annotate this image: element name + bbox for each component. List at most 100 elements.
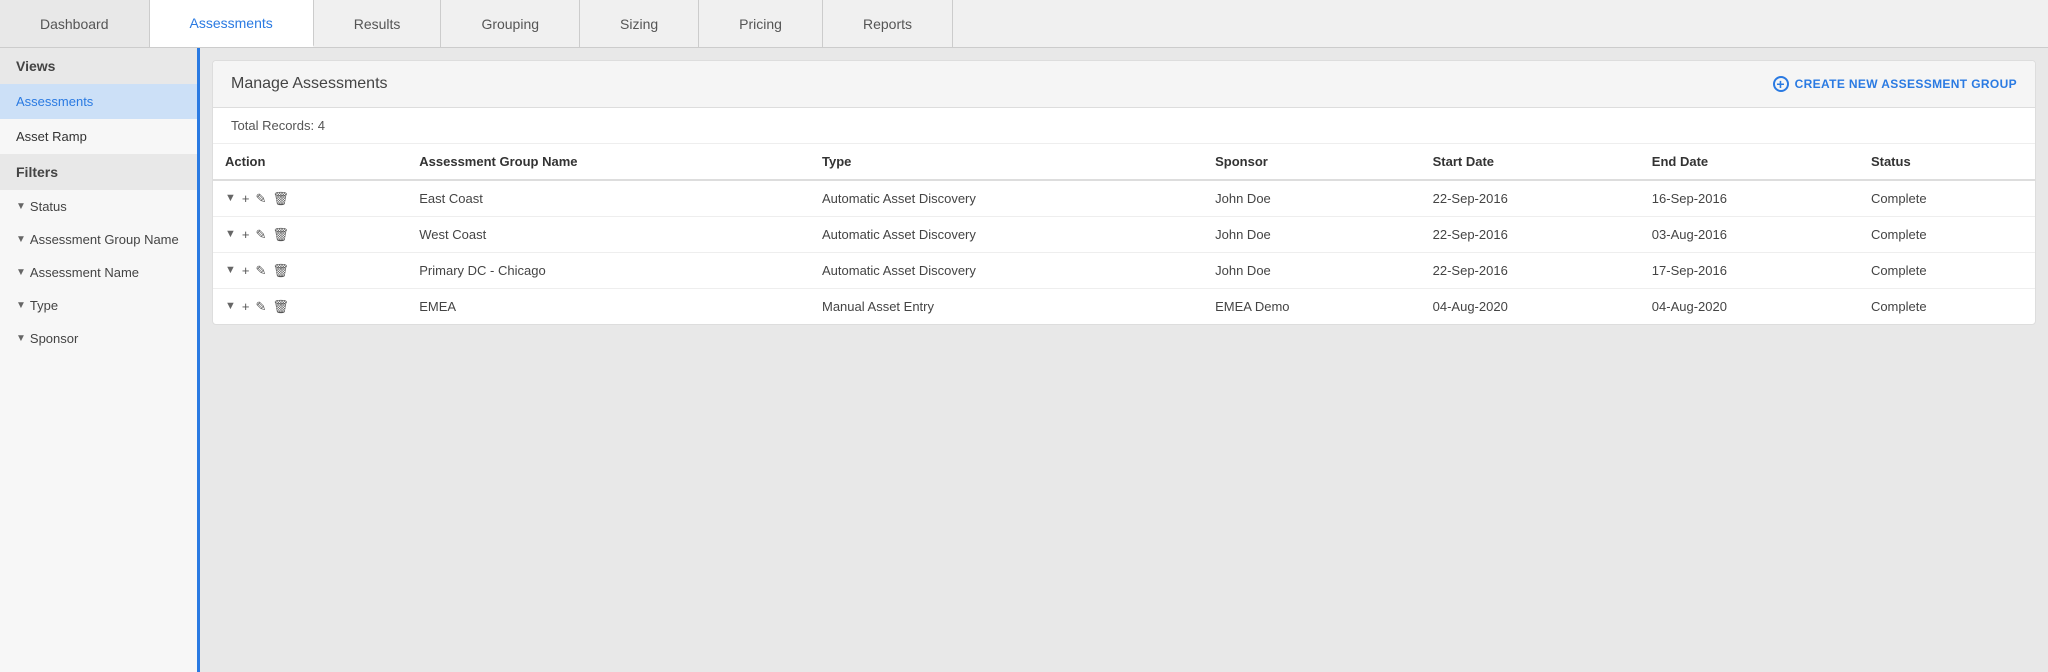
cell-sponsor-0: John Doe [1203, 180, 1421, 217]
col-header-name: Assessment Group Name [407, 144, 810, 180]
cell-type-1: Automatic Asset Discovery [810, 217, 1203, 253]
cell-sponsor-3: EMEA Demo [1203, 289, 1421, 325]
filter-item-sponsor[interactable]: ▼ Sponsor [0, 322, 197, 355]
filter-item-status[interactable]: ▼ Status [0, 190, 197, 223]
row-add-1[interactable]: + [242, 228, 250, 241]
manage-header: Manage Assessments + CREATE NEW ASSESSME… [213, 61, 2035, 108]
action-icons-2: ▼ + ✎ 🗑 [225, 264, 395, 277]
sidebar-item-asset-ramp[interactable]: Asset Ramp [0, 119, 197, 154]
col-header-type: Type [810, 144, 1203, 180]
cell-endDate-1: 03-Aug-2016 [1640, 217, 1859, 253]
cell-status-1: Complete [1859, 217, 2035, 253]
row-add-0[interactable]: + [242, 192, 250, 205]
action-cell-3: ▼ + ✎ 🗑 [213, 289, 407, 325]
filter-item-assessment-name[interactable]: ▼ Assessment Name [0, 256, 197, 289]
tab-pricing[interactable]: Pricing [699, 0, 823, 47]
row-delete-1[interactable]: 🗑 [272, 228, 289, 241]
table-row: ▼ + ✎ 🗑 EMEAManual Asset EntryEMEA Demo0… [213, 289, 2035, 325]
cell-startDate-1: 22-Sep-2016 [1421, 217, 1640, 253]
row-chevron-2[interactable]: ▼ [225, 265, 236, 276]
action-icons-3: ▼ + ✎ 🗑 [225, 300, 395, 313]
table-body: ▼ + ✎ 🗑 East CoastAutomatic Asset Discov… [213, 180, 2035, 324]
action-cell-0: ▼ + ✎ 🗑 [213, 180, 407, 217]
row-edit-3[interactable]: ✎ [255, 300, 266, 313]
cell-endDate-3: 04-Aug-2020 [1640, 289, 1859, 325]
col-header-status: Status [1859, 144, 2035, 180]
col-header-endDate: End Date [1640, 144, 1859, 180]
filter-item-assessment-group-name[interactable]: ▼ Assessment Group Name [0, 223, 197, 256]
sidebar: Views AssessmentsAsset Ramp Filters ▼ St… [0, 48, 200, 672]
filter-chevron-assessment-name: ▼ [16, 267, 26, 278]
cell-type-0: Automatic Asset Discovery [810, 180, 1203, 217]
cell-startDate-3: 04-Aug-2020 [1421, 289, 1640, 325]
row-add-2[interactable]: + [242, 264, 250, 277]
tab-sizing[interactable]: Sizing [580, 0, 699, 47]
filter-item-type[interactable]: ▼ Type [0, 289, 197, 322]
row-edit-1[interactable]: ✎ [255, 228, 266, 241]
tab-assessments[interactable]: Assessments [150, 0, 314, 47]
filter-chevron-status: ▼ [16, 201, 26, 212]
row-edit-2[interactable]: ✎ [255, 264, 266, 277]
action-cell-2: ▼ + ✎ 🗑 [213, 253, 407, 289]
action-icons-1: ▼ + ✎ 🗑 [225, 228, 395, 241]
cell-status-3: Complete [1859, 289, 2035, 325]
tab-reports[interactable]: Reports [823, 0, 953, 47]
main-layout: Views AssessmentsAsset Ramp Filters ▼ St… [0, 48, 2048, 672]
views-section-title: Views [0, 48, 197, 84]
filters-section-title: Filters [0, 154, 197, 190]
tab-results[interactable]: Results [314, 0, 442, 47]
create-assessment-group-button[interactable]: + CREATE NEW ASSESSMENT GROUP [1773, 76, 2017, 92]
cell-sponsor-2: John Doe [1203, 253, 1421, 289]
row-delete-3[interactable]: 🗑 [272, 300, 289, 313]
cell-sponsor-1: John Doe [1203, 217, 1421, 253]
cell-status-0: Complete [1859, 180, 2035, 217]
filter-chevron-sponsor: ▼ [16, 333, 26, 344]
cell-name-1: West Coast [407, 217, 810, 253]
filter-label-assessment-name: Assessment Name [30, 265, 139, 280]
cell-name-0: East Coast [407, 180, 810, 217]
total-records: Total Records: 4 [213, 108, 2035, 144]
table-row: ▼ + ✎ 🗑 West CoastAutomatic Asset Discov… [213, 217, 2035, 253]
top-navigation: DashboardAssessmentsResultsGroupingSizin… [0, 0, 2048, 48]
cell-startDate-0: 22-Sep-2016 [1421, 180, 1640, 217]
cell-endDate-2: 17-Sep-2016 [1640, 253, 1859, 289]
action-cell-1: ▼ + ✎ 🗑 [213, 217, 407, 253]
assessment-table: ActionAssessment Group NameTypeSponsorSt… [213, 144, 2035, 324]
content-area: Manage Assessments + CREATE NEW ASSESSME… [200, 48, 2048, 672]
cell-name-2: Primary DC - Chicago [407, 253, 810, 289]
cell-type-3: Manual Asset Entry [810, 289, 1203, 325]
filter-label-sponsor: Sponsor [30, 331, 78, 346]
action-icons-0: ▼ + ✎ 🗑 [225, 192, 395, 205]
filter-label-assessment-group-name: Assessment Group Name [30, 232, 179, 247]
cell-startDate-2: 22-Sep-2016 [1421, 253, 1640, 289]
table-row: ▼ + ✎ 🗑 Primary DC - ChicagoAutomatic As… [213, 253, 2035, 289]
tab-grouping[interactable]: Grouping [441, 0, 580, 47]
tab-dashboard[interactable]: Dashboard [0, 0, 150, 47]
col-header-startDate: Start Date [1421, 144, 1640, 180]
row-delete-2[interactable]: 🗑 [272, 264, 289, 277]
row-chevron-3[interactable]: ▼ [225, 301, 236, 312]
sidebar-views: AssessmentsAsset Ramp [0, 84, 197, 154]
row-delete-0[interactable]: 🗑 [272, 192, 289, 205]
cell-name-3: EMEA [407, 289, 810, 325]
manage-panel: Manage Assessments + CREATE NEW ASSESSME… [212, 60, 2036, 325]
manage-title: Manage Assessments [231, 75, 388, 93]
create-button-label: CREATE NEW ASSESSMENT GROUP [1795, 77, 2017, 91]
col-header-action: Action [213, 144, 407, 180]
table-row: ▼ + ✎ 🗑 East CoastAutomatic Asset Discov… [213, 180, 2035, 217]
sidebar-filters: ▼ Status▼ Assessment Group Name▼ Assessm… [0, 190, 197, 355]
row-chevron-0[interactable]: ▼ [225, 193, 236, 204]
filter-chevron-assessment-group-name: ▼ [16, 234, 26, 245]
sidebar-item-assessments[interactable]: Assessments [0, 84, 197, 119]
table-header: ActionAssessment Group NameTypeSponsorSt… [213, 144, 2035, 180]
col-header-sponsor: Sponsor [1203, 144, 1421, 180]
row-edit-0[interactable]: ✎ [255, 192, 266, 205]
create-plus-icon: + [1773, 76, 1789, 92]
filter-chevron-type: ▼ [16, 300, 26, 311]
filter-label-status: Status [30, 199, 67, 214]
filter-label-type: Type [30, 298, 58, 313]
cell-type-2: Automatic Asset Discovery [810, 253, 1203, 289]
cell-endDate-0: 16-Sep-2016 [1640, 180, 1859, 217]
row-chevron-1[interactable]: ▼ [225, 229, 236, 240]
row-add-3[interactable]: + [242, 300, 250, 313]
